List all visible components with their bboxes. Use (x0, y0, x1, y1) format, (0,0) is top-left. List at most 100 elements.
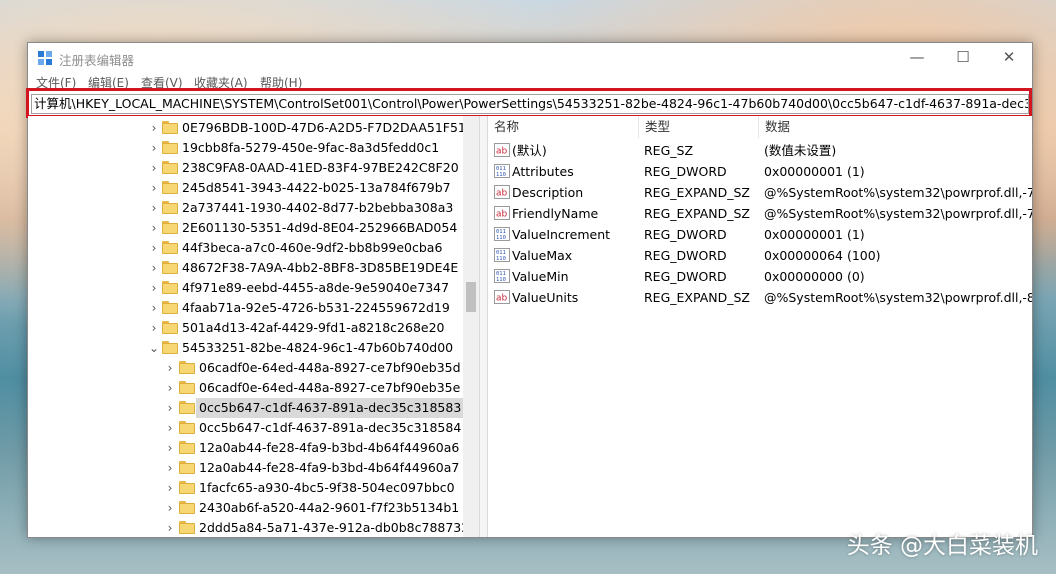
folder-icon (162, 141, 178, 154)
tree-item[interactable]: › 245d8541-3943-4422-b025-13a784f679b7 (28, 178, 463, 198)
chevron-right-icon[interactable]: › (149, 278, 159, 298)
menu-favorites[interactable]: 收藏夹(A) (194, 74, 248, 91)
folder-icon (179, 381, 195, 394)
tree-item[interactable]: › 2a737441-1930-4402-8d77-b2bebba308a3 (28, 198, 463, 218)
tree-item[interactable]: › 2E601130-5351-4d9d-8E04-252966BAD054 (28, 218, 463, 238)
value-row[interactable]: 011 110 ValueMax REG_DWORD 0x00000064 (100) (488, 245, 1032, 266)
value-data: @%SystemRoot%\system32\powrprof.dll,-76.… (764, 185, 1032, 200)
value-name: FriendlyName (512, 206, 599, 221)
tree-subitem[interactable]: › 12a0ab44-fe28-4fa9-b3bd-4b64f44960a7 (28, 458, 463, 478)
value-data: @%SystemRoot%\system32\powrprof.dll,-81,… (764, 290, 1032, 305)
chevron-right-icon[interactable]: › (165, 458, 175, 478)
chevron-right-icon[interactable]: › (165, 418, 175, 438)
tree-item-expanded[interactable]: ⌄ 54533251-82be-4824-96c1-47b60b740d00 (28, 338, 463, 358)
minimize-button[interactable]: — (894, 43, 940, 73)
chevron-right-icon[interactable]: › (165, 518, 175, 537)
tree-item[interactable]: › 501a4d13-42af-4429-9fd1-a8218c268e20 (28, 318, 463, 338)
tree-item[interactable]: › 4faab71a-92e5-4726-b531-224559672d19 (28, 298, 463, 318)
tree-item-label: 48672F38-7A9A-4bb2-8BF8-3D85BE19DE4E (182, 260, 459, 275)
chevron-down-icon[interactable]: ⌄ (149, 338, 159, 358)
value-row[interactable]: ab ValueUnits REG_EXPAND_SZ @%SystemRoot%\s… (488, 287, 1032, 308)
chevron-right-icon[interactable]: › (149, 158, 159, 178)
key-tree[interactable]: › 0E796BDB-100D-47D6-A2D5-F7D2DAA51F51 › 19… (28, 116, 479, 537)
tree-subitem[interactable]: › 2430ab6f-a520-44a2-9601-f7f23b5134b1 (28, 498, 463, 518)
value-row[interactable]: 011 110 ValueMin REG_DWORD 0x00000000 (0) (488, 266, 1032, 287)
svg-text:110: 110 (496, 277, 506, 283)
folder-icon (179, 361, 195, 374)
value-row[interactable]: 011 110 Attributes REG_DWORD 0x00000001 (1) (488, 161, 1032, 182)
folder-icon (179, 461, 195, 474)
tree-item-label: 06cadf0e-64ed-448a-8927-ce7bf90eb35d (199, 360, 461, 375)
tree-item[interactable]: › 48672F38-7A9A-4bb2-8BF8-3D85BE19DE4E (28, 258, 463, 278)
value-name: (默认) (512, 143, 547, 158)
tree-item[interactable]: › 19cbb8fa-5279-450e-9fac-8a3d5fedd0c1 (28, 138, 463, 158)
chevron-right-icon[interactable]: › (165, 478, 175, 498)
tree-item-label: 0cc5b647-c1df-4637-891a-dec35c318584 (199, 420, 462, 435)
value-type: REG_EXPAND_SZ (644, 185, 750, 200)
string-value-icon: ab (494, 290, 510, 304)
tree-item-label: 54533251-82be-4824-96c1-47b60b740d00 (182, 340, 454, 355)
tree-item-label: 1facfc65-a930-4bc5-9f38-504ec097bbc0 (199, 480, 455, 495)
value-name: ValueMax (512, 248, 573, 263)
string-value-icon: ab (494, 185, 510, 199)
column-header-data[interactable]: 数据 (759, 116, 1032, 138)
tree-item[interactable]: › 4f971e89-eebd-4455-a8de-9e59040e7347 (28, 278, 463, 298)
chevron-right-icon[interactable]: › (149, 118, 159, 138)
chevron-right-icon[interactable]: › (149, 178, 159, 198)
tree-subitem[interactable]: › 06cadf0e-64ed-448a-8927-ce7bf90eb35d (28, 358, 463, 378)
menu-file[interactable]: 文件(F) (36, 74, 76, 91)
column-header-name[interactable]: 名称 (488, 116, 639, 138)
chevron-right-icon[interactable]: › (165, 378, 175, 398)
menu-edit[interactable]: 编辑(E) (88, 74, 129, 91)
chevron-right-icon[interactable]: › (149, 218, 159, 238)
folder-icon (179, 501, 195, 514)
maximize-button[interactable]: ☐ (940, 43, 986, 73)
chevron-right-icon[interactable]: › (165, 498, 175, 518)
tree-item-label: 4faab71a-92e5-4726-b531-224559672d19 (182, 300, 450, 315)
value-row[interactable]: ab Description REG_EXPAND_SZ @%SystemRoot%\… (488, 182, 1032, 203)
chevron-right-icon[interactable]: › (149, 138, 159, 158)
svg-text:ab: ab (496, 210, 508, 220)
window-title: 注册表编辑器 (59, 53, 135, 68)
tree-item[interactable]: › 238C9FA8-0AAD-41ED-83F4-97BE242C8F20 (28, 158, 463, 178)
tree-subitem[interactable]: › 12a0ab44-fe28-4fa9-b3bd-4b64f44960a6 (28, 438, 463, 458)
value-row[interactable]: ab FriendlyName REG_EXPAND_SZ @%SystemRoot%… (488, 203, 1032, 224)
value-type: REG_EXPAND_SZ (644, 290, 750, 305)
tree-item-label: 12a0ab44-fe28-4fa9-b3bd-4b64f44960a7 (199, 460, 460, 475)
tree-item-selected[interactable]: › 0cc5b647-c1df-4637-891a-dec35c318583 (28, 398, 465, 418)
tree-subitem[interactable]: › 1facfc65-a930-4bc5-9f38-504ec097bbc0 (28, 478, 463, 498)
chevron-right-icon[interactable]: › (149, 238, 159, 258)
chevron-right-icon[interactable]: › (165, 358, 175, 378)
value-row[interactable]: 011 110 ValueIncrement REG_DWORD 0x00000001 … (488, 224, 1032, 245)
chevron-right-icon[interactable]: › (149, 198, 159, 218)
menu-view[interactable]: 查看(V) (141, 74, 183, 91)
chevron-right-icon[interactable]: › (149, 318, 159, 338)
tree-subitem[interactable]: › 2ddd5a84-5a71-437e-912a-db0b8c788732 (28, 518, 470, 537)
chevron-right-icon[interactable]: › (165, 438, 175, 458)
svg-text:110: 110 (496, 256, 506, 262)
chevron-right-icon[interactable]: › (149, 298, 159, 318)
title-bar[interactable]: 注册表编辑器 — ☐ ✕ (28, 43, 1032, 73)
folder-icon (162, 281, 178, 294)
svg-text:110: 110 (496, 172, 506, 178)
address-input[interactable]: 计算机\HKEY_LOCAL_MACHINE\SYSTEM\ControlSet… (31, 94, 1029, 114)
chevron-right-icon[interactable]: › (165, 398, 175, 418)
tree-subitem[interactable]: › 06cadf0e-64ed-448a-8927-ce7bf90eb35e (28, 378, 463, 398)
chevron-right-icon[interactable]: › (149, 258, 159, 278)
tree-item[interactable]: › 0E796BDB-100D-47D6-A2D5-F7D2DAA51F51 (28, 118, 466, 138)
address-bar: 计算机\HKEY_LOCAL_MACHINE\SYSTEM\ControlSet… (26, 88, 1032, 118)
folder-icon (162, 201, 178, 214)
close-button[interactable]: ✕ (986, 43, 1032, 73)
tree-subitem[interactable]: › 0cc5b647-c1df-4637-891a-dec35c318584 (28, 418, 463, 438)
tree-scrollbar-thumb[interactable] (466, 282, 476, 312)
tree-item[interactable]: › 44f3beca-a7c0-460e-9df2-bb8b99e0cba6 (28, 238, 463, 258)
pane-splitter[interactable] (479, 116, 488, 537)
column-header-type[interactable]: 类型 (639, 116, 759, 138)
tree-item-label: 12a0ab44-fe28-4fa9-b3bd-4b64f44960a6 (199, 440, 460, 455)
value-name: ValueIncrement (512, 227, 611, 242)
string-value-icon: ab (494, 143, 510, 157)
tree-scrollbar[interactable] (463, 116, 479, 537)
folder-icon (162, 221, 178, 234)
menu-help[interactable]: 帮助(H) (260, 74, 302, 91)
value-row[interactable]: ab (默认) REG_SZ (数值未设置) (488, 140, 1032, 161)
